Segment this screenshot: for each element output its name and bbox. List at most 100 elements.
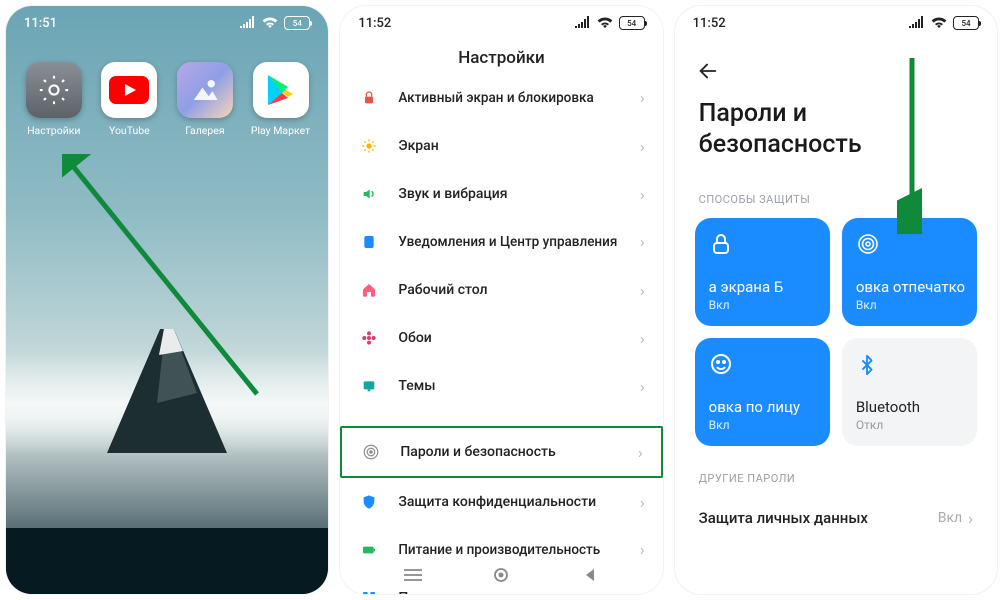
status-bar: 11:52 54 [340, 6, 662, 40]
fingerprint-icon [360, 441, 382, 463]
theme-icon [358, 375, 380, 397]
fingerprint-icon [856, 232, 963, 258]
notification-icon [358, 231, 380, 253]
home-icon [358, 279, 380, 301]
wifi-icon [262, 16, 278, 31]
card-screen-lock[interactable]: а экрана Б Вкл [695, 218, 830, 326]
chevron-right-icon: › [640, 185, 645, 204]
status-bar: 11:51 54 [6, 6, 328, 40]
signal-icon [240, 16, 256, 31]
speaker-icon [358, 183, 380, 205]
wifi-icon [597, 16, 613, 31]
settings-label: Пароли и безопасность [400, 444, 638, 460]
chevron-right-icon: › [640, 281, 645, 300]
section-header: Способы защиты [675, 167, 997, 218]
row-value: Вкл [938, 510, 962, 526]
annotation-arrow [897, 54, 927, 234]
signal-icon [575, 16, 591, 31]
row-personal-data[interactable]: Защита личных данных Вкл › [675, 497, 997, 540]
status-icons: 54 [575, 16, 645, 31]
chevron-right-icon: › [640, 329, 645, 348]
wifi-icon [931, 16, 947, 31]
bluetooth-icon [856, 352, 963, 378]
nav-home-button[interactable] [486, 568, 516, 582]
chevron-right-icon: › [968, 509, 973, 528]
nav-bar [340, 556, 662, 594]
clock: 11:52 [358, 16, 391, 31]
settings-item-themes[interactable]: Темы › [358, 362, 644, 410]
app-label: Настройки [23, 124, 85, 137]
settings-item-home[interactable]: Рабочий стол › [358, 266, 644, 314]
chevron-right-icon: › [640, 137, 645, 156]
settings-label: Активный экран и блокировка [398, 90, 640, 107]
phone-settings: 11:52 54 Настройки Активный экран и блок… [340, 6, 662, 594]
chevron-right-icon: › [640, 88, 645, 108]
face-icon [709, 352, 816, 378]
shield-icon [358, 491, 380, 513]
play-store-icon [253, 62, 309, 118]
settings-label: Рабочий стол [398, 282, 640, 298]
settings-label: Обои [398, 330, 640, 346]
lock-icon [709, 232, 816, 258]
signal-icon [909, 16, 925, 31]
card-status: Вкл [856, 298, 963, 312]
card-bluetooth[interactable]: Bluetooth Откл [842, 338, 977, 446]
status-icons: 54 [240, 16, 310, 31]
chevron-right-icon: › [640, 232, 645, 252]
status-bar: 11:52 54 [675, 6, 997, 40]
lock-icon [358, 87, 380, 109]
gallery-icon [177, 62, 233, 118]
chevron-right-icon: › [640, 493, 645, 512]
home-wallpaper: 11:51 54 Настройки [6, 6, 328, 594]
sun-icon [358, 135, 380, 157]
settings-item-notifications[interactable]: Уведомления и Центр управления › [358, 218, 644, 266]
card-status: Вкл [709, 298, 816, 312]
card-face-unlock[interactable]: овка по лицу Вкл [695, 338, 830, 446]
app-settings[interactable]: Настройки [23, 62, 85, 137]
flower-icon [358, 327, 380, 349]
annotation-arrow [62, 154, 272, 414]
section-header: Другие пароли [675, 446, 997, 497]
settings-list[interactable]: Активный экран и блокировка › Экран › Зв… [340, 74, 662, 594]
card-title: овка по лицу [709, 398, 816, 416]
settings-item-display[interactable]: Экран › [358, 122, 644, 170]
gear-icon [26, 62, 82, 118]
settings-label: Уведомления и Центр управления [398, 234, 640, 251]
settings-item-lockscreen[interactable]: Активный экран и блокировка › [358, 74, 644, 122]
app-label: Play Маркет [250, 124, 312, 137]
settings-item-security[interactable]: Пароли и безопасность › [340, 426, 662, 478]
nav-back-button[interactable] [575, 568, 605, 582]
chevron-right-icon: › [638, 443, 643, 462]
battery-icon: 54 [953, 16, 979, 30]
nav-menu-button[interactable] [398, 568, 428, 582]
youtube-icon [101, 62, 157, 118]
settings-label: Экран [398, 138, 640, 154]
card-status: Откл [856, 418, 963, 432]
settings-item-privacy[interactable]: Защита конфиденциальности › [358, 478, 644, 526]
phone-security: 11:52 54 Пароли и безопасность Способы з… [675, 6, 997, 594]
card-status: Вкл [709, 418, 816, 432]
battery-icon: 54 [619, 16, 645, 30]
battery-icon: 54 [284, 16, 310, 30]
settings-label: Защита конфиденциальности [398, 494, 640, 510]
app-row: Настройки YouTube Галерея Play Маркет [6, 62, 328, 137]
back-button[interactable] [697, 60, 719, 88]
card-title: а экрана Б [709, 278, 816, 296]
app-label: Галерея [174, 124, 236, 137]
security-cards: а экрана Б Вкл овка отпечатко Вкл овка п… [675, 218, 997, 446]
chevron-right-icon: › [640, 377, 645, 396]
clock: 11:52 [693, 16, 726, 31]
app-label: YouTube [98, 124, 160, 137]
clock: 11:51 [24, 16, 57, 31]
app-youtube[interactable]: YouTube [98, 62, 160, 137]
card-title: овка отпечатко [856, 278, 963, 296]
card-title: Bluetooth [856, 398, 963, 416]
settings-label: Темы [398, 378, 640, 394]
phone-home: 11:51 54 Настройки [6, 6, 328, 594]
row-label: Защита личных данных [699, 509, 868, 527]
settings-label: Звук и вибрация [398, 186, 640, 202]
settings-item-wallpaper[interactable]: Обои › [358, 314, 644, 362]
app-gallery[interactable]: Галерея [174, 62, 236, 137]
app-play-store[interactable]: Play Маркет [250, 62, 312, 137]
settings-item-sound[interactable]: Звук и вибрация › [358, 170, 644, 218]
